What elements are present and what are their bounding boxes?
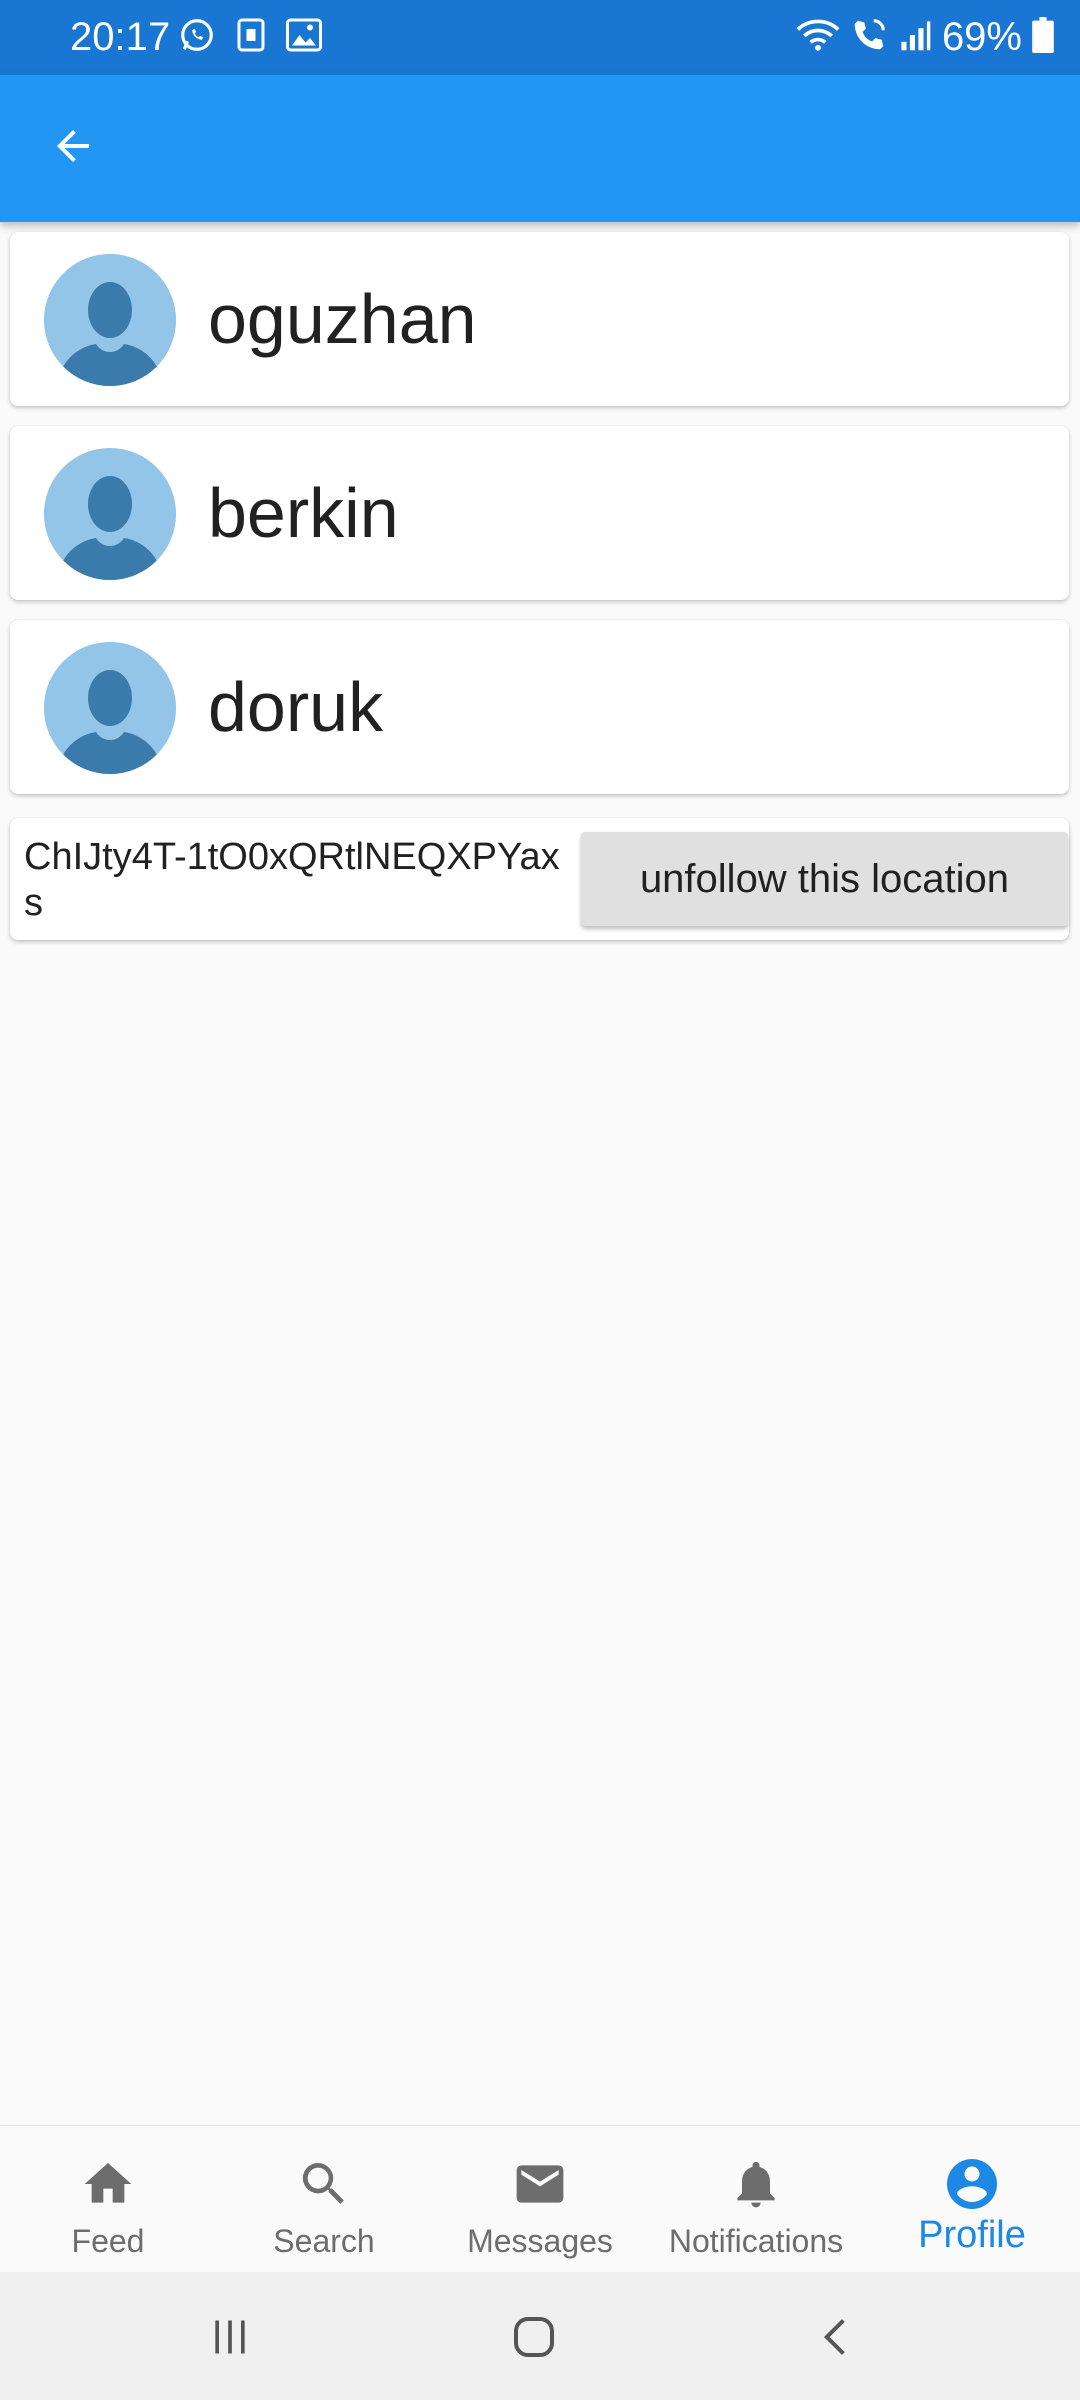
- back-icon[interactable]: [796, 2302, 876, 2372]
- app-bar: [0, 75, 1080, 222]
- status-time: 20:17: [70, 15, 171, 59]
- system-nav: [0, 2272, 1080, 2400]
- unfollow-location-button[interactable]: unfollow this location: [581, 832, 1068, 926]
- wifi-calling-icon: [850, 16, 888, 59]
- bottom-nav: Feed Search Messages Notifications Profi…: [0, 2125, 1080, 2272]
- gallery-icon: [286, 18, 322, 57]
- status-right: 69%: [796, 14, 1054, 60]
- wifi-icon: [796, 16, 840, 59]
- home-button-icon[interactable]: [494, 2302, 574, 2372]
- user-name: doruk: [208, 668, 384, 746]
- location-card: ChIJty4T-1tO0xQRtlNEQXPYaxs unfollow thi…: [10, 818, 1069, 940]
- nav-label: Notifications: [668, 2223, 844, 2259]
- nav-item-messages[interactable]: Messages: [432, 2126, 648, 2272]
- default-avatar-icon: [44, 448, 176, 580]
- signal-icon: [898, 18, 932, 57]
- nav-label: Search: [273, 2223, 375, 2259]
- sim-icon: [236, 17, 266, 58]
- home-icon: [78, 2154, 138, 2214]
- default-avatar-icon: [44, 642, 176, 774]
- account-circle-icon: [942, 2154, 1002, 2214]
- user-card-berkin[interactable]: berkin: [10, 426, 1069, 600]
- nav-label: Messages: [467, 2223, 613, 2259]
- user-name: oguzhan: [208, 280, 477, 358]
- default-avatar-icon: [44, 254, 176, 386]
- back-button[interactable]: [40, 115, 106, 181]
- nav-item-search[interactable]: Search: [216, 2126, 432, 2272]
- user-card-oguzhan[interactable]: oguzhan: [10, 232, 1069, 406]
- nav-label: Profile: [918, 2214, 1026, 2256]
- battery-percent: 69%: [941, 15, 1022, 59]
- search-icon: [294, 2154, 354, 2214]
- status-bar: 20:17 69%: [0, 0, 1080, 75]
- user-card-doruk[interactable]: doruk: [10, 620, 1069, 794]
- nav-label: Feed: [71, 2223, 145, 2259]
- location-id: ChIJty4T-1tO0xQRtlNEQXPYaxs: [24, 836, 560, 924]
- nav-item-notifications[interactable]: Notifications: [648, 2126, 864, 2272]
- recents-icon[interactable]: [190, 2302, 270, 2372]
- bell-icon: [726, 2154, 786, 2214]
- arrow-left-icon: [49, 122, 97, 175]
- whatsapp-icon: [178, 16, 216, 59]
- status-left-icons: [178, 16, 322, 59]
- user-name: berkin: [208, 474, 399, 552]
- nav-item-feed[interactable]: Feed: [0, 2126, 216, 2272]
- nav-item-profile[interactable]: Profile: [864, 2126, 1080, 2272]
- mail-icon: [510, 2154, 570, 2214]
- battery-icon: [1032, 16, 1054, 58]
